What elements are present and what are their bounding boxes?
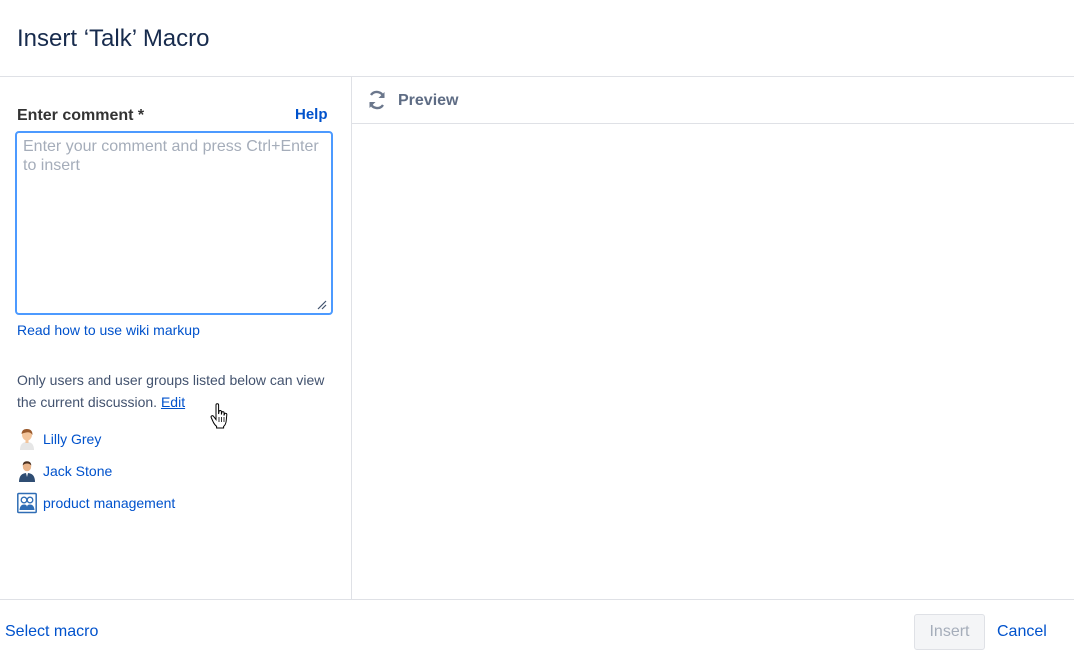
preview-header: Preview [352,77,1074,124]
edit-link[interactable]: Edit [161,394,185,410]
user-avatar-icon [20,428,34,450]
comment-panel: Enter comment * Help Read how to use wik… [0,77,352,599]
preview-label: Preview [398,92,459,109]
help-link[interactable]: Help [295,106,328,123]
list-item: Jack Stone [17,455,337,487]
insert-button[interactable]: Insert [914,614,985,650]
dialog-title: Insert ‘Talk’ Macro [17,25,210,52]
user-avatar-icon [19,461,35,482]
dialog-header: Insert ‘Talk’ Macro [0,0,1074,77]
select-macro-link[interactable]: Select macro [5,623,98,641]
cancel-link[interactable]: Cancel [997,623,1047,641]
wiki-markup-link[interactable]: Read how to use wiki markup [17,322,200,338]
preview-panel: Preview [352,77,1074,599]
user-link-lilly-grey[interactable]: Lilly Grey [43,431,101,447]
resize-grip-icon[interactable] [317,300,327,310]
group-link-product-management[interactable]: product management [43,495,175,511]
comment-input[interactable] [15,131,333,315]
comment-label: Enter comment * [17,107,145,124]
group-icon [17,492,37,514]
allowed-users-list: Lilly Grey Jack Stone product management [17,423,337,519]
list-item: Lilly Grey [17,423,337,455]
refresh-icon[interactable] [366,89,388,111]
user-link-jack-stone[interactable]: Jack Stone [43,463,112,479]
restriction-note: Only users and user groups listed below … [17,369,327,413]
list-item: product management [17,487,337,519]
dialog-footer: Select macro Insert Cancel [0,599,1074,664]
